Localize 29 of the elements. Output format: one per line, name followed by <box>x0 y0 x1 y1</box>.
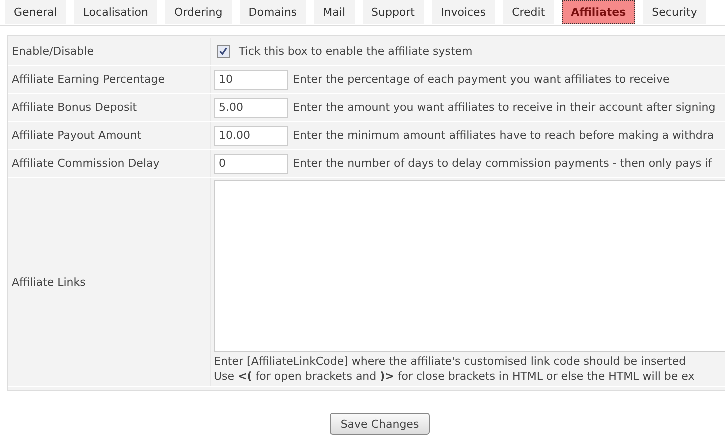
settings-tab[interactable]: Domains <box>240 0 306 24</box>
setting-input-field[interactable]: 5.00 <box>214 98 288 118</box>
enable-checkbox[interactable] <box>217 45 230 58</box>
setting-label: Affiliate Earning Percentage <box>12 73 165 86</box>
settings-tab[interactable]: Support <box>362 0 424 24</box>
setting-description: Enter the number of days to delay commission payments - then only pays if <box>293 157 712 170</box>
setting-note: Use <( for open brackets and )> for close brackets in HTML or else the HTML will be ex <box>214 369 695 384</box>
settings-tab[interactable]: Mail <box>314 0 355 24</box>
settings-tab[interactable]: General <box>5 0 66 24</box>
setting-input-field[interactable]: 10.00 <box>214 126 288 146</box>
setting-input-field[interactable]: 0 <box>214 154 288 174</box>
settings-tab[interactable]: Security <box>643 0 706 24</box>
settings-tab[interactable]: Affiliates <box>562 0 636 24</box>
settings-tab[interactable]: Localisation <box>74 0 158 24</box>
setting-label: Affiliate Bonus Deposit <box>12 101 138 114</box>
setting-description: Tick this box to enable the affiliate system <box>239 45 473 58</box>
setting-label: Affiliate Links <box>12 276 86 288</box>
setting-note: Enter [AffiliateLinkCode] where the affiliate's customised link code should be inserted <box>214 354 686 369</box>
setting-label: Enable/Disable <box>12 45 94 58</box>
setting-label: Affiliate Payout Amount <box>12 129 142 142</box>
setting-description: Enter the amount you want affiliates to receive in their account after signing <box>293 101 716 114</box>
setting-description: Enter the minimum amount affiliates have to reach before making a withdra <box>293 129 714 142</box>
setting-label: Affiliate Commission Delay <box>12 157 160 170</box>
settings-tab[interactable]: Ordering <box>165 0 232 24</box>
settings-tab[interactable]: Credit <box>503 0 554 24</box>
settings-tab[interactable]: Invoices <box>432 0 496 24</box>
save-changes-button[interactable]: Save Changes <box>330 413 430 435</box>
setting-description: Enter the percentage of each payment you want affiliates to receive <box>293 73 670 86</box>
setting-input-field[interactable]: 10 <box>214 70 288 90</box>
